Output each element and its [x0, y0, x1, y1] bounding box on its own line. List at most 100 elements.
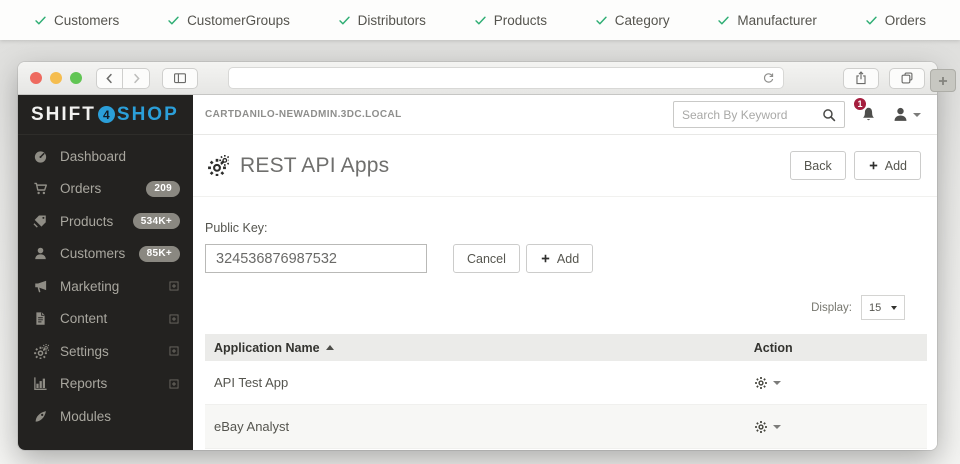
forward-nav-button[interactable] — [123, 68, 150, 89]
sidebar-item-settings[interactable]: Settings — [18, 335, 193, 368]
expand-plus-icon[interactable] — [168, 345, 180, 357]
check-icon — [474, 14, 487, 27]
chevron-down-icon — [891, 306, 897, 310]
sidebar-item-label: Customers — [60, 246, 125, 261]
setup-step-label: Customers — [54, 13, 119, 28]
sidebar-item-content[interactable]: Content — [18, 303, 193, 336]
customers-count-badge: 85K+ — [139, 246, 180, 262]
back-button[interactable]: Back — [790, 151, 846, 180]
megaphone-icon — [31, 279, 49, 294]
products-count-badge: 534K+ — [133, 213, 180, 229]
add-button[interactable]: Add — [854, 151, 921, 180]
add-button-label: Add — [885, 159, 907, 173]
app-name-cell: API Test App — [205, 375, 754, 390]
sidebar-panel-icon — [173, 71, 187, 85]
sidebar-item-products[interactable]: Products 534K+ — [18, 205, 193, 238]
screen: Customers CustomerGroups Distributors Pr… — [0, 0, 960, 464]
app-name-cell: eBay Analyst — [205, 419, 754, 434]
minimize-window-button[interactable] — [50, 72, 62, 84]
file-icon — [31, 311, 49, 326]
setup-step-products[interactable]: Products — [474, 13, 547, 28]
plus-icon — [868, 160, 879, 171]
new-tab-button[interactable] — [930, 69, 956, 92]
sidebar-item-orders[interactable]: Orders 209 — [18, 173, 193, 206]
public-key-input[interactable] — [205, 244, 427, 273]
setup-step-distributors[interactable]: Distributors — [338, 13, 426, 28]
zoom-window-button[interactable] — [70, 72, 82, 84]
check-icon — [595, 14, 608, 27]
notifications-button[interactable]: 1 — [860, 106, 877, 123]
plus-icon — [540, 253, 551, 264]
rocket-icon — [31, 409, 49, 424]
sidebar-toggle-button[interactable] — [162, 68, 198, 89]
column-application-name[interactable]: Application Name — [205, 341, 754, 355]
column-label: Action — [754, 341, 793, 355]
form-add-button-label: Add — [557, 252, 579, 266]
setup-step-label: Manufacturer — [737, 13, 817, 28]
browser-window: SHIFT4SHOP Dashboard Orders 209 Products — [18, 62, 937, 450]
address-bar[interactable] — [228, 67, 784, 89]
refresh-icon[interactable] — [762, 72, 775, 85]
sidebar-item-marketing[interactable]: Marketing — [18, 270, 193, 303]
gear-icon — [754, 376, 768, 390]
sidebar-item-label: Content — [60, 311, 107, 326]
store-domain: CARTDANILO-NEWADMIN.3DC.LOCAL — [205, 109, 402, 120]
logo-text-shift: SHIFT — [31, 104, 96, 126]
sidebar-item-reports[interactable]: Reports — [18, 368, 193, 401]
gear-icon — [754, 420, 768, 434]
setup-step-category[interactable]: Category — [595, 13, 670, 28]
public-key-row: Cancel Add — [205, 244, 921, 273]
admin-topbar: CARTDANILO-NEWADMIN.3DC.LOCAL 1 — [193, 95, 937, 135]
setup-step-orders[interactable]: Orders — [865, 13, 926, 28]
setup-step-customers[interactable]: Customers — [34, 13, 119, 28]
setup-step-label: Orders — [885, 13, 926, 28]
tabs-icon — [900, 71, 914, 85]
sidebar-item-label: Modules — [60, 409, 111, 424]
back-nav-button[interactable] — [96, 68, 123, 89]
expand-plus-icon[interactable] — [168, 280, 180, 292]
cancel-button-label: Cancel — [467, 252, 506, 266]
account-menu-button[interactable] — [892, 106, 921, 123]
share-icon — [854, 71, 868, 85]
gears-icon — [205, 155, 229, 176]
sidebar-menu: Dashboard Orders 209 Products 534K+ — [18, 135, 193, 433]
api-apps-table: Application Name Action API Test App — [205, 334, 927, 449]
setup-step-customergroups[interactable]: CustomerGroups — [167, 13, 290, 28]
form-add-button[interactable]: Add — [526, 244, 593, 273]
back-button-label: Back — [804, 159, 832, 173]
close-window-button[interactable] — [30, 72, 42, 84]
check-icon — [717, 14, 730, 27]
sidebar-item-label: Orders — [60, 181, 101, 196]
chevron-right-icon — [130, 72, 143, 85]
setup-step-label: Category — [615, 13, 670, 28]
sidebar-item-label: Dashboard — [60, 149, 126, 164]
page-size-select[interactable]: 15 — [861, 295, 905, 320]
expand-plus-icon[interactable] — [168, 378, 180, 390]
share-button[interactable] — [843, 68, 879, 89]
sidebar-item-dashboard[interactable]: Dashboard — [18, 140, 193, 173]
sidebar-item-modules[interactable]: Modules — [18, 400, 193, 433]
display-count-row: Display: 15 — [193, 281, 937, 330]
column-action: Action — [754, 341, 927, 355]
setup-step-manufacturer[interactable]: Manufacturer — [717, 13, 817, 28]
cancel-button[interactable]: Cancel — [453, 244, 520, 273]
tab-overview-button[interactable] — [889, 68, 925, 89]
display-label: Display: — [811, 302, 852, 314]
row-action-menu[interactable] — [754, 376, 927, 390]
row-action-menu[interactable] — [754, 420, 927, 434]
logo-text-shop: SHOP — [117, 104, 179, 126]
window-controls — [30, 72, 82, 84]
browser-chrome — [18, 62, 937, 95]
expand-plus-icon[interactable] — [168, 313, 180, 325]
sidebar-item-label: Reports — [60, 376, 107, 391]
sidebar-item-customers[interactable]: Customers 85K+ — [18, 238, 193, 271]
table-row: eBay Analyst — [205, 405, 927, 449]
gears-icon — [31, 344, 49, 359]
setup-progress-bar: Customers CustomerGroups Distributors Pr… — [0, 0, 960, 40]
search-icon[interactable] — [822, 108, 836, 122]
setup-step-label: Distributors — [358, 13, 426, 28]
chevron-down-icon — [773, 425, 781, 429]
check-icon — [167, 14, 180, 27]
check-icon — [865, 14, 878, 27]
search-input[interactable] — [682, 108, 816, 122]
